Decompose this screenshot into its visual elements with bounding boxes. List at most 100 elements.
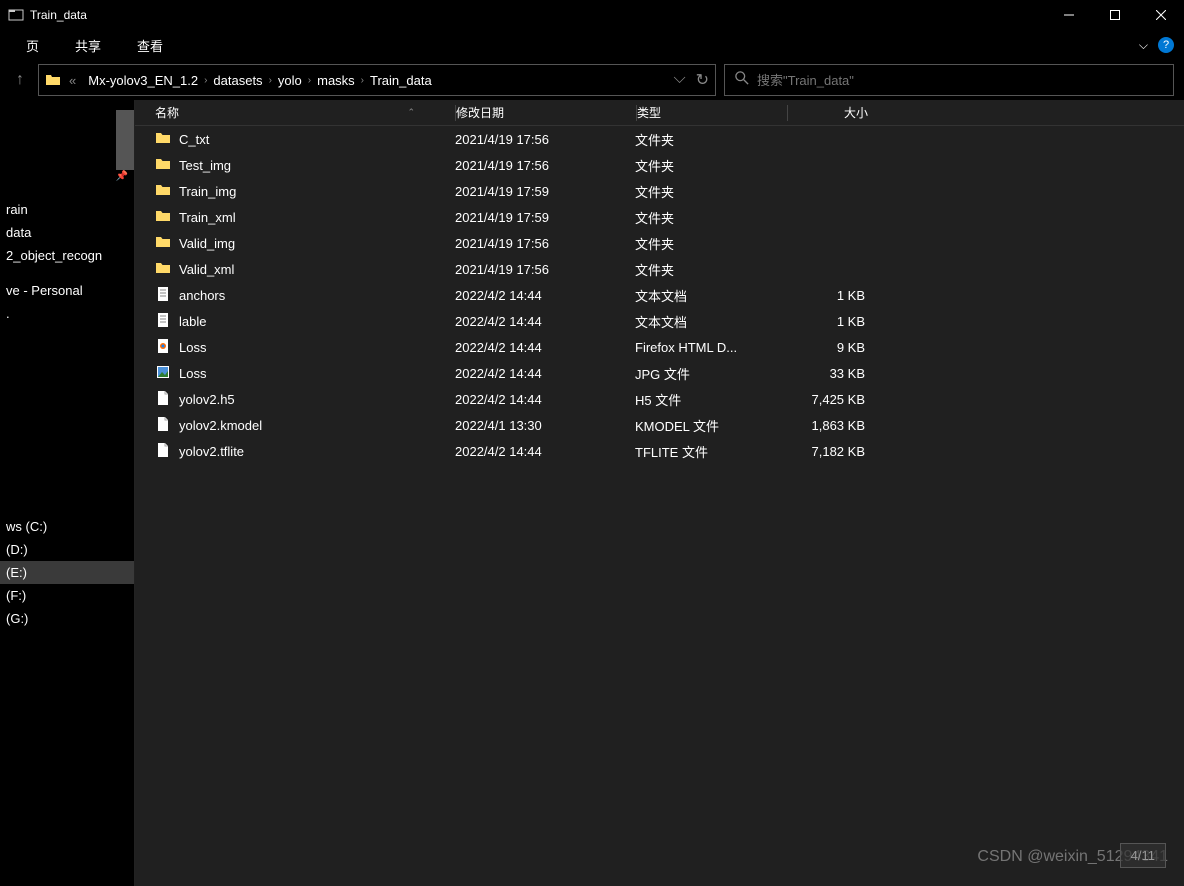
sidebar-item[interactable]: 2_object_recogn [0,244,134,267]
file-type: TFLITE 文件 [635,442,785,461]
file-type: KMODEL 文件 [635,416,785,435]
file-row[interactable]: Valid_xml2021/4/19 17:56文件夹 [135,256,1184,282]
page-indicator: 4/11 [1120,843,1166,868]
window-folder-icon [8,7,24,23]
refresh-icon[interactable]: ↻ [696,70,709,90]
crumb-history[interactable]: « [65,73,80,88]
tab-home[interactable]: 页 [8,30,57,60]
file-name: C_txt [179,132,209,147]
nav-up-button[interactable]: ↑ [10,70,30,90]
search-bar[interactable] [724,64,1174,96]
file-type: 文件夹 [635,234,785,253]
sidebar-item[interactable]: rain [0,198,134,221]
file-row[interactable]: yolov2.h52022/4/2 14:44H5 文件7,425 KB [135,386,1184,412]
folder-icon [155,260,171,279]
sidebar-quick-item[interactable]: 📌 [0,148,134,167]
address-bar[interactable]: « Mx-yolov3_EN_1.2›datasets›yolo›masks›T… [38,64,716,96]
search-input[interactable] [757,73,1163,88]
file-date: 2021/4/19 17:59 [455,210,635,225]
folder-icon [155,130,171,149]
close-button[interactable] [1138,0,1184,30]
col-date[interactable]: 修改日期 [456,104,636,121]
chevron-right-icon: › [308,75,311,86]
maximize-button[interactable] [1092,0,1138,30]
chevron-right-icon: › [269,75,272,86]
file-name: Loss [179,366,206,381]
jpg-icon [155,364,171,383]
file-name: yolov2.tflite [179,444,244,459]
file-row[interactable]: lable2022/4/2 14:44文本文档1 KB [135,308,1184,334]
file-type: Firefox HTML D... [635,340,785,355]
file-name: Test_img [179,158,231,173]
file-name: Train_img [179,184,236,199]
file-row[interactable]: Loss2022/4/2 14:44JPG 文件33 KB [135,360,1184,386]
file-size: 9 KB [785,340,885,355]
crumb-Mx-yolov3_EN_1.2[interactable]: Mx-yolov3_EN_1.2 [84,73,202,88]
file-row[interactable]: Test_img 2021/4/19 17:56文件夹 [135,152,1184,178]
file-row[interactable]: Loss 2022/4/2 14:44Firefox HTML D...9 KB [135,334,1184,360]
sidebar-item[interactable]: (G:) [0,607,134,630]
file-size: 1 KB [785,314,885,329]
file-name: Valid_xml [179,262,234,277]
sidebar-item[interactable]: ws (C:) [0,515,134,538]
sidebar-item[interactable]: . [0,302,134,325]
sidebar-item[interactable]: (D:) [0,538,134,561]
col-type[interactable]: 类型 [637,104,787,121]
file-date: 2021/4/19 17:59 [455,184,635,199]
address-folder-icon [45,72,61,88]
sidebar-item[interactable]: (F:) [0,584,134,607]
sidebar-item[interactable]: data [0,221,134,244]
sidebar-scrollbar[interactable] [116,110,134,170]
file-type: 文件夹 [635,156,785,175]
col-size[interactable]: 大小 [788,104,888,121]
file-size: 1,863 KB [785,418,885,433]
sidebar-item[interactable]: ve - Personal [0,279,134,302]
ribbon: 页 共享 查看 ⌵ ? [0,30,1184,60]
file-type: H5 文件 [635,390,785,409]
file-name: anchors [179,288,225,303]
col-name[interactable]: 名称⌃ [135,104,455,121]
nav-row: ↑ « Mx-yolov3_EN_1.2›datasets›yolo›masks… [0,60,1184,100]
minimize-button[interactable] [1046,0,1092,30]
file-row[interactable]: Valid_img 2021/4/19 17:56文件夹 [135,230,1184,256]
sidebar-item[interactable]: (E:) [0,561,134,584]
help-icon[interactable]: ? [1158,37,1174,53]
file-name: Loss [179,340,206,355]
crumb-Train_data[interactable]: Train_data [366,73,436,88]
folder-icon [155,234,171,253]
crumb-masks[interactable]: masks [313,73,359,88]
chevron-right-icon: › [361,75,364,86]
sidebar: 📌📌📌📌 raindata2_object_recogn ve - Person… [0,100,135,886]
crumb-yolo[interactable]: yolo [274,73,306,88]
column-headers: 名称⌃ 修改日期 类型 大小 [135,100,1184,126]
ribbon-collapse-icon[interactable]: ⌵ [1139,38,1148,53]
file-row[interactable]: Train_img 2021/4/19 17:59文件夹 [135,178,1184,204]
sidebar-quick-item[interactable]: 📌 [0,110,134,129]
file-type: 文本文档 [635,286,785,305]
tab-share[interactable]: 共享 [57,30,119,60]
file-name: lable [179,314,206,329]
file-date: 2022/4/1 13:30 [455,418,635,433]
file-date: 2022/4/2 14:44 [455,392,635,407]
file-date: 2022/4/2 14:44 [455,288,635,303]
file-row[interactable]: C_txt2021/4/19 17:56文件夹 [135,126,1184,152]
file-row[interactable]: anchors2022/4/2 14:44文本文档1 KB [135,282,1184,308]
file-date: 2022/4/2 14:44 [455,340,635,355]
file-date: 2022/4/2 14:44 [455,444,635,459]
sidebar-quick-item[interactable]: 📌 [0,167,134,186]
file-icon [155,416,171,435]
file-type: 文件夹 [635,130,785,149]
file-type: 文件夹 [635,182,785,201]
file-row[interactable]: yolov2.tflite2022/4/2 14:44TFLITE 文件7,18… [135,438,1184,464]
file-row[interactable]: yolov2.kmodel2022/4/1 13:30KMODEL 文件1,86… [135,412,1184,438]
tab-view[interactable]: 查看 [119,30,181,60]
file-date: 2021/4/19 17:56 [455,158,635,173]
crumb-datasets[interactable]: datasets [209,73,266,88]
address-dropdown-icon[interactable]: ⌵ [673,70,685,90]
file-row[interactable]: Train_xml2021/4/19 17:59文件夹 [135,204,1184,230]
file-date: 2021/4/19 17:56 [455,236,635,251]
file-size: 33 KB [785,366,885,381]
file-name: Valid_img [179,236,235,251]
sidebar-quick-item[interactable]: 📌 [0,129,134,148]
file-date: 2021/4/19 17:56 [455,262,635,277]
